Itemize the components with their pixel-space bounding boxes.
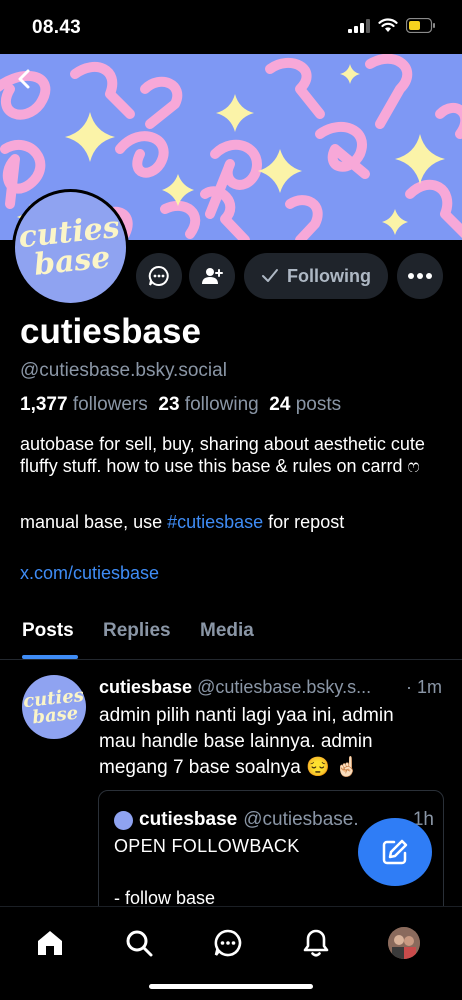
post-header[interactable]: cutiesbase @cutiesbase.bsky.s... bbox=[99, 677, 444, 698]
followers-count: 1,377 bbox=[20, 394, 68, 415]
tab-posts[interactable]: Posts bbox=[22, 620, 74, 642]
message-button[interactable] bbox=[136, 253, 182, 299]
posts-stat: 24 posts bbox=[269, 394, 341, 415]
search-icon bbox=[126, 930, 153, 957]
profile-bio: autobase for sell, buy, sharing about ae… bbox=[20, 434, 425, 476]
followers-stat[interactable]: 1,377 followers bbox=[20, 394, 148, 415]
nav-messages[interactable] bbox=[210, 925, 246, 961]
status-bar: 08.43 bbox=[0, 0, 462, 54]
profile-stats: 1,377 followers 23 following 24 posts bbox=[20, 394, 341, 416]
chat-icon bbox=[214, 929, 242, 957]
tab-media[interactable]: Media bbox=[200, 620, 254, 642]
profile-tabs: Posts Replies Media bbox=[0, 610, 462, 660]
following-button-label: Following bbox=[287, 265, 371, 286]
chat-bubble-icon bbox=[148, 265, 169, 286]
person-add-icon bbox=[202, 268, 223, 284]
status-time: 08.43 bbox=[32, 17, 82, 38]
status-icons bbox=[348, 18, 436, 33]
tab-replies[interactable]: Replies bbox=[103, 620, 171, 642]
display-name: cutiesbase bbox=[20, 312, 201, 351]
logo-line-2: base bbox=[32, 239, 112, 283]
post-avatar-logo-line-2: base bbox=[30, 702, 79, 729]
quote-text-line-1: OPEN FOLLOWBACK bbox=[114, 836, 300, 856]
posts-count: 24 bbox=[269, 394, 291, 415]
profile-avatar[interactable]: cuties base bbox=[12, 189, 129, 306]
post-author-avatar[interactable]: cuties base bbox=[22, 675, 86, 739]
quote-author-avatar bbox=[114, 810, 133, 830]
profile-handle: @cutiesbase.bsky.social bbox=[20, 360, 227, 381]
followers-label: followers bbox=[72, 394, 148, 415]
bio-text-suffix: for repost bbox=[263, 512, 345, 532]
add-to-list-button[interactable] bbox=[189, 253, 235, 299]
avatar-logo: cuties base bbox=[15, 192, 126, 303]
nav-home[interactable] bbox=[32, 925, 68, 961]
home-icon bbox=[38, 931, 62, 955]
post-text: admin pilih nanti lagi yaa ini, admin ma… bbox=[99, 705, 394, 778]
battery-icon bbox=[406, 18, 435, 33]
back-chevron-icon[interactable] bbox=[12, 66, 38, 92]
profile-bio-line-2: manual base, use #cutiesbase for repost bbox=[20, 512, 344, 533]
home-indicator bbox=[149, 984, 313, 989]
compose-pencil-icon bbox=[382, 839, 408, 865]
bio-text-prefix: manual base, use bbox=[20, 512, 168, 532]
hashtag-link[interactable]: #cutiesbase bbox=[167, 512, 263, 532]
website-link[interactable]: x.com/cutiesbase bbox=[20, 563, 159, 584]
nav-notifications[interactable] bbox=[298, 925, 334, 961]
nav-search[interactable] bbox=[121, 925, 157, 961]
nav-profile[interactable] bbox=[386, 925, 422, 961]
checkmark-icon bbox=[262, 269, 278, 282]
following-stat[interactable]: 23 following bbox=[158, 394, 258, 415]
ellipsis-icon bbox=[408, 273, 432, 279]
active-tab-indicator bbox=[22, 655, 78, 659]
following-count: 23 bbox=[158, 394, 180, 415]
post-author-name: cutiesbase bbox=[99, 677, 193, 697]
user-avatar bbox=[388, 927, 420, 959]
following-button[interactable]: Following bbox=[244, 253, 388, 299]
user-avatar-image bbox=[388, 927, 420, 959]
post-author-handle: @cutiesbase.bsky.s... bbox=[197, 677, 372, 697]
post-timestamp: · 1m bbox=[406, 677, 442, 697]
posts-label: posts bbox=[295, 394, 342, 415]
quote-author-handle: @cutiesbase. bbox=[243, 809, 359, 830]
more-options-button[interactable] bbox=[397, 253, 443, 299]
bell-icon bbox=[303, 929, 329, 957]
compose-button[interactable] bbox=[358, 818, 432, 886]
wifi-icon bbox=[378, 18, 398, 32]
following-label: following bbox=[184, 394, 259, 415]
quote-author-name: cutiesbase bbox=[139, 809, 238, 830]
signal-icon bbox=[348, 18, 370, 33]
